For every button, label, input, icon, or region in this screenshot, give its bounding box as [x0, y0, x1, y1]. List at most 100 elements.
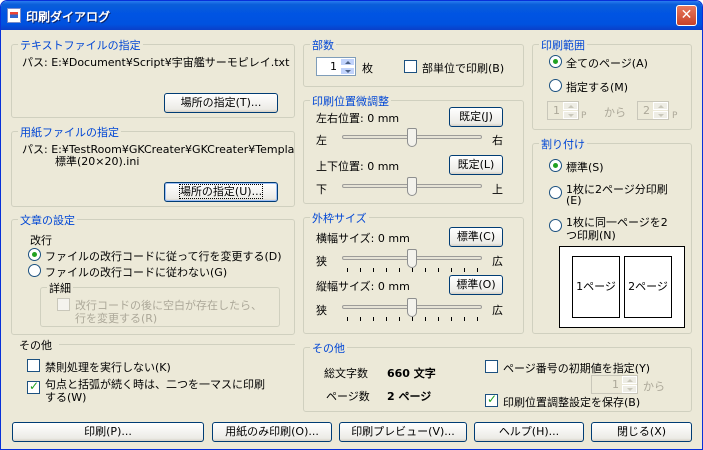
page-number-from-label: から — [643, 380, 665, 393]
slider-tick — [464, 317, 465, 321]
range-from-spinner[interactable]: 1 — [547, 101, 579, 120]
close-button[interactable]: 閉じる(X) — [591, 422, 692, 442]
save-position-label[interactable]: 印刷位置調整設定を保存(B) — [503, 394, 640, 410]
app-icon — [7, 8, 21, 23]
help-button[interactable]: ヘルプ(H)... — [474, 422, 584, 442]
merge-punct-label-2[interactable]: する(W) — [45, 389, 86, 405]
layout-preview: 1ページ 2ページ — [559, 246, 685, 328]
copies-label: 部数 — [310, 37, 336, 53]
layout-group: 割り付け 標準(S) 1枚に2ページ分印刷 (E) 1枚に同一ページを2 つ印刷… — [532, 136, 692, 334]
copies-up-arrow[interactable] — [340, 58, 355, 66]
range-specify-label[interactable]: 指定する(M) — [566, 79, 628, 95]
slider-tick — [347, 268, 348, 272]
layout-label: 割り付け — [539, 136, 587, 152]
merge-punct-checkbox[interactable] — [27, 379, 40, 394]
detail-label: 詳細 — [47, 280, 73, 296]
range-all-label[interactable]: 全てのページ(A) — [566, 55, 648, 71]
slider-tick — [425, 268, 426, 272]
no-kinsoku-checkbox[interactable] — [27, 359, 40, 372]
newline-ignore-radio[interactable] — [28, 264, 41, 277]
paper-only-print-button[interactable]: 用紙のみ印刷(O)... — [212, 422, 332, 442]
lr-default-button[interactable]: 既定(J) — [449, 107, 503, 127]
close-window-button[interactable]: ✕ — [676, 5, 697, 26]
slider-tick — [451, 317, 452, 321]
copies-group: 部数 1 枚 部単位で印刷(B) — [303, 37, 524, 87]
layout-standard-radio[interactable] — [549, 159, 562, 172]
position-group: 印刷位置微調整 左右位置: 0 mm 既定(J) 左 右 上下位置: 0 mm … — [303, 93, 524, 204]
lr-position-label: 左右位置: 0 mm — [316, 112, 400, 125]
range-to-down-arrow[interactable] — [653, 111, 668, 119]
width-size-label: 横幅サイズ: 0 mm — [316, 232, 410, 245]
no-kinsoku-label[interactable]: 禁則処理を実行しない(K) — [45, 359, 171, 375]
save-position-checkbox[interactable] — [485, 392, 498, 407]
slider-tick — [412, 268, 413, 272]
copies-spinner[interactable]: 1 — [316, 57, 356, 76]
layout-two-pages-label-2[interactable]: (E) — [566, 194, 582, 207]
newline-follow-label[interactable]: ファイルの改行コードに従って行を変更する(D) — [45, 248, 282, 264]
height-wide-label: 広 — [492, 304, 503, 317]
newline-ignore-label[interactable]: ファイルの改行コードに従わない(G) — [45, 264, 227, 280]
range-all-radio[interactable] — [549, 55, 562, 68]
collate-checkbox[interactable] — [404, 60, 417, 73]
newline-label: 改行 — [30, 234, 52, 247]
height-narrow-label: 狭 — [316, 304, 327, 317]
ud-down-label: 下 — [316, 183, 327, 196]
range-to-spinner[interactable]: 2 — [637, 101, 669, 120]
other-left-divider — [59, 344, 295, 345]
lr-right-label: 右 — [492, 134, 503, 147]
range-specify-radio[interactable] — [549, 79, 562, 92]
copies-down-arrow[interactable] — [340, 67, 355, 75]
page-number-up-arrow[interactable] — [622, 376, 637, 384]
slider-tick — [438, 317, 439, 321]
newline-follow-radio[interactable] — [28, 248, 41, 261]
ud-slider-thumb[interactable] — [407, 177, 417, 196]
slider-tick — [425, 317, 426, 321]
paper-file-group: 用紙ファイルの指定 パス: E:¥TestRoom¥GKCreater¥GKCr… — [11, 124, 295, 207]
layout-same-page-radio[interactable] — [549, 219, 562, 232]
space-newline-checkbox[interactable] — [57, 298, 70, 311]
slider-tick — [438, 268, 439, 272]
slider-tick — [412, 317, 413, 321]
other-left-label: その他 — [19, 339, 52, 352]
position-label: 印刷位置微調整 — [310, 93, 391, 109]
page-number-start-label[interactable]: ページ番号の初期値を指定(Y) — [503, 360, 650, 376]
paper-file-locate-button[interactable]: 場所の指定(U)... — [164, 182, 278, 202]
page-number-down-arrow[interactable] — [622, 385, 637, 393]
range-to-up-arrow[interactable] — [653, 102, 668, 110]
print-preview-button[interactable]: 印刷プレビュー(V)... — [339, 422, 467, 442]
range-from-unit: P — [581, 111, 587, 121]
collate-label[interactable]: 部単位で印刷(B) — [422, 60, 504, 76]
print-button[interactable]: 印刷(P)... — [12, 422, 204, 442]
width-wide-label: 広 — [492, 255, 503, 268]
copies-unit: 枚 — [362, 62, 373, 75]
slider-tick — [477, 317, 478, 321]
layout-same-page-label-2[interactable]: つ印刷(N) — [566, 227, 616, 243]
slider-tick — [386, 268, 387, 272]
range-from-down-arrow[interactable] — [563, 111, 578, 119]
total-chars-value: 660 文字 — [387, 367, 436, 380]
layout-two-pages-radio[interactable] — [549, 186, 562, 199]
range-to-unit: P — [672, 111, 678, 121]
ud-position-label: 上下位置: 0 mm — [316, 160, 400, 173]
print-dialog-window: 印刷ダイアログ ✕ テキストファイルの指定 パス: E:¥Document¥Sc… — [0, 0, 703, 450]
text-file-locate-button[interactable]: 場所の指定(T)... — [164, 93, 278, 113]
page-number-start-checkbox[interactable] — [485, 360, 498, 373]
lr-slider-thumb[interactable] — [407, 128, 417, 147]
range-from-up-arrow[interactable] — [563, 102, 578, 110]
detail-group: 詳細 改行コードの後に空白が存在したら、 行を変更する(R) — [40, 280, 280, 327]
slider-tick — [360, 268, 361, 272]
width-standard-button[interactable]: 標準(C) — [449, 227, 503, 247]
page-number-spinner[interactable]: 1 — [591, 375, 638, 394]
width-slider-thumb[interactable] — [407, 249, 417, 268]
slider-tick — [464, 268, 465, 272]
print-range-label: 印刷範囲 — [539, 37, 587, 53]
frame-size-label: 外枠サイズ — [310, 210, 369, 226]
ud-up-label: 上 — [492, 183, 503, 196]
height-standard-button[interactable]: 標準(O) — [449, 275, 503, 295]
layout-standard-label[interactable]: 標準(S) — [566, 159, 604, 175]
title-bar[interactable]: 印刷ダイアログ ✕ — [1, 1, 702, 30]
height-slider-thumb[interactable] — [407, 298, 417, 317]
width-narrow-label: 狭 — [316, 255, 327, 268]
ud-default-button[interactable]: 既定(L) — [449, 155, 503, 175]
page-count-value: 2 ページ — [387, 390, 432, 403]
